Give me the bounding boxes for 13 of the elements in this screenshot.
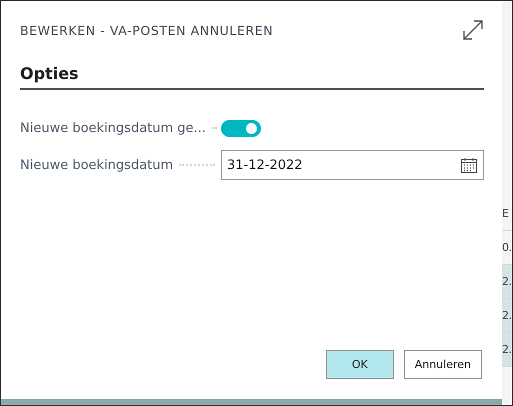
expand-icon[interactable] [462,19,484,41]
cancel-button[interactable]: Annuleren [404,350,482,379]
field-label: Nieuwe boekingsdatum [20,158,174,172]
calendar-icon[interactable] [461,158,477,172]
field-label: Nieuwe boekingsdatum ge... [20,120,206,136]
table-cell: 2. [502,299,512,333]
toggle-switch[interactable] [221,120,261,136]
dialog-title: BEWERKEN - VA-POSTEN ANNULEREN [20,22,274,38]
section-heading: Opties [20,57,484,90]
ok-button[interactable]: OK [326,350,394,379]
date-field[interactable]: 31-12-2022 [221,150,484,180]
table-cell: 2. [502,333,512,367]
table-cell: 2. [502,265,512,299]
